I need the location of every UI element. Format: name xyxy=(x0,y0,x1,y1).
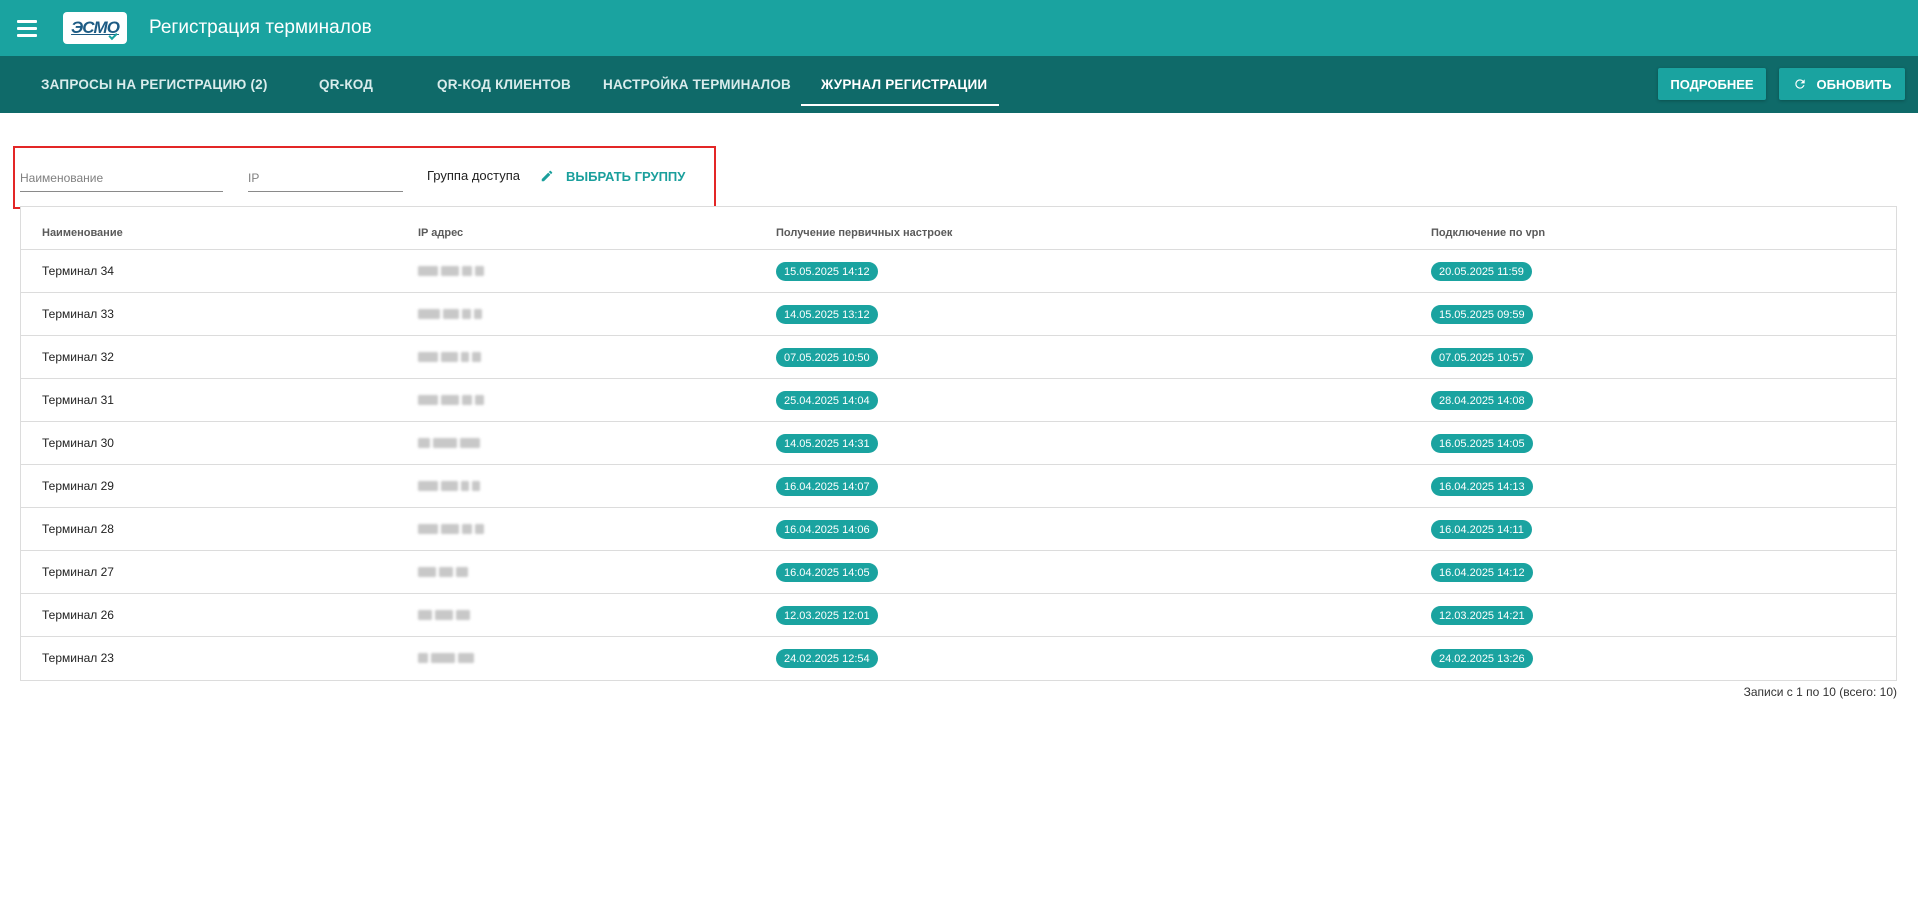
active-tab-indicator xyxy=(801,104,999,106)
app-logo[interactable]: ЭСМО xyxy=(63,12,127,44)
vpn-connection-badge: 16.05.2025 14:05 xyxy=(1431,434,1533,453)
ip-address-redacted xyxy=(418,344,513,370)
terminal-name: Терминал 33 xyxy=(42,307,114,321)
terminal-name: Терминал 26 xyxy=(42,608,114,622)
initial-settings-badge: 14.05.2025 13:12 xyxy=(776,305,878,324)
initial-settings-badge: 24.02.2025 12:54 xyxy=(776,649,878,668)
refresh-button[interactable]: ОБНОВИТЬ xyxy=(1779,68,1905,100)
initial-settings-badge: 14.05.2025 14:31 xyxy=(776,434,878,453)
column-header-name[interactable]: Наименование xyxy=(42,227,123,239)
vpn-connection-badge: 16.04.2025 14:12 xyxy=(1431,563,1533,582)
details-button-label: ПОДРОБНЕЕ xyxy=(1670,76,1754,92)
table-row[interactable]: Терминал 30 14.05.2025 14:31 16.05.2025 … xyxy=(21,421,1896,464)
column-header-ip[interactable]: IP адрес xyxy=(418,227,463,239)
initial-settings-badge: 16.04.2025 14:07 xyxy=(776,477,878,496)
ip-filter-input[interactable] xyxy=(248,164,403,192)
ip-address-redacted xyxy=(418,645,513,671)
page-title: Регистрация терминалов xyxy=(149,17,372,38)
vpn-connection-badge: 28.04.2025 14:08 xyxy=(1431,391,1533,410)
name-filter-input[interactable] xyxy=(20,164,223,192)
table-row[interactable]: Терминал 31 25.04.2025 14:04 28.04.2025 … xyxy=(21,378,1896,421)
initial-settings-badge: 16.04.2025 14:05 xyxy=(776,563,878,582)
terminal-name: Терминал 32 xyxy=(42,350,114,364)
details-button[interactable]: ПОДРОБНЕЕ xyxy=(1658,68,1766,100)
refresh-icon xyxy=(1794,79,1805,89)
table-row[interactable]: Терминал 27 16.04.2025 14:05 16.04.2025 … xyxy=(21,550,1896,593)
vpn-connection-badge: 12.03.2025 14:21 xyxy=(1431,606,1533,625)
vpn-connection-badge: 16.04.2025 14:11 xyxy=(1431,520,1532,539)
vpn-connection-badge: 15.05.2025 09:59 xyxy=(1431,305,1533,324)
ip-address-redacted xyxy=(418,559,513,585)
vpn-connection-badge: 20.05.2025 11:59 xyxy=(1431,262,1532,281)
column-header-vpn[interactable]: Подключение по vpn xyxy=(1431,227,1545,239)
initial-settings-badge: 25.04.2025 14:04 xyxy=(776,391,878,410)
initial-settings-badge: 16.04.2025 14:06 xyxy=(776,520,878,539)
vpn-connection-badge: 07.05.2025 10:57 xyxy=(1431,348,1533,367)
ip-address-redacted xyxy=(418,516,513,542)
table-row[interactable]: Терминал 29 16.04.2025 14:07 16.04.2025 … xyxy=(21,464,1896,507)
terminal-name: Терминал 30 xyxy=(42,436,114,450)
refresh-button-label: ОБНОВИТЬ xyxy=(1816,76,1892,92)
vpn-connection-badge: 16.04.2025 14:13 xyxy=(1431,477,1533,496)
table-row[interactable]: Терминал 34 15.05.2025 14:12 20.05.2025 … xyxy=(21,249,1896,292)
terminal-name: Терминал 28 xyxy=(42,522,114,536)
terminal-name: Терминал 31 xyxy=(42,393,114,407)
table-row[interactable]: Терминал 32 07.05.2025 10:50 07.05.2025 … xyxy=(21,335,1896,378)
ip-address-redacted xyxy=(418,301,513,327)
tab-registration-requests[interactable]: ЗАПРОСЫ НА РЕГИСТРАЦИЮ (2) xyxy=(41,56,268,113)
registration-log-table: Наименование IP адрес Получение первичны… xyxy=(20,206,1897,681)
terminal-name: Терминал 27 xyxy=(42,565,114,579)
table-row[interactable]: Терминал 33 14.05.2025 13:12 15.05.2025 … xyxy=(21,292,1896,335)
ip-address-redacted xyxy=(418,258,513,284)
ip-address-redacted xyxy=(418,430,513,456)
pick-group-button[interactable]: ВЫБРАТЬ ГРУППУ xyxy=(540,166,685,186)
pick-group-label: ВЫБРАТЬ ГРУППУ xyxy=(566,168,686,184)
table-row[interactable]: Терминал 26 12.03.2025 12:01 12.03.2025 … xyxy=(21,593,1896,636)
initial-settings-badge: 12.03.2025 12:01 xyxy=(776,606,878,625)
ip-address-redacted xyxy=(418,602,513,628)
vpn-connection-badge: 24.02.2025 13:26 xyxy=(1431,649,1533,668)
menu-icon[interactable] xyxy=(17,13,47,43)
ip-address-redacted xyxy=(418,387,513,413)
access-group-label: Группа доступа xyxy=(427,168,520,183)
table-row[interactable]: Терминал 23 24.02.2025 12:54 24.02.2025 … xyxy=(21,636,1896,679)
initial-settings-badge: 07.05.2025 10:50 xyxy=(776,348,878,367)
ip-address-redacted xyxy=(418,473,513,499)
column-header-initial-settings[interactable]: Получение первичных настроек xyxy=(776,227,952,239)
tab-client-qr-code[interactable]: QR-КОД КЛИЕНТОВ xyxy=(437,56,571,113)
pagination-summary: Записи с 1 по 10 (всего: 10) xyxy=(1743,685,1897,699)
tab-terminal-settings[interactable]: НАСТРОЙКА ТЕРМИНАЛОВ xyxy=(603,56,791,113)
terminal-name: Терминал 29 xyxy=(42,479,114,493)
table-row[interactable]: Терминал 28 16.04.2025 14:06 16.04.2025 … xyxy=(21,507,1896,550)
app-bar: ЭСМО Регистрация терминалов xyxy=(0,0,1918,56)
initial-settings-badge: 15.05.2025 14:12 xyxy=(776,262,878,281)
tab-qr-code[interactable]: QR-КОД xyxy=(319,56,373,113)
terminal-name: Терминал 23 xyxy=(42,651,114,665)
terminal-name: Терминал 34 xyxy=(42,264,114,278)
pencil-icon xyxy=(541,170,553,182)
